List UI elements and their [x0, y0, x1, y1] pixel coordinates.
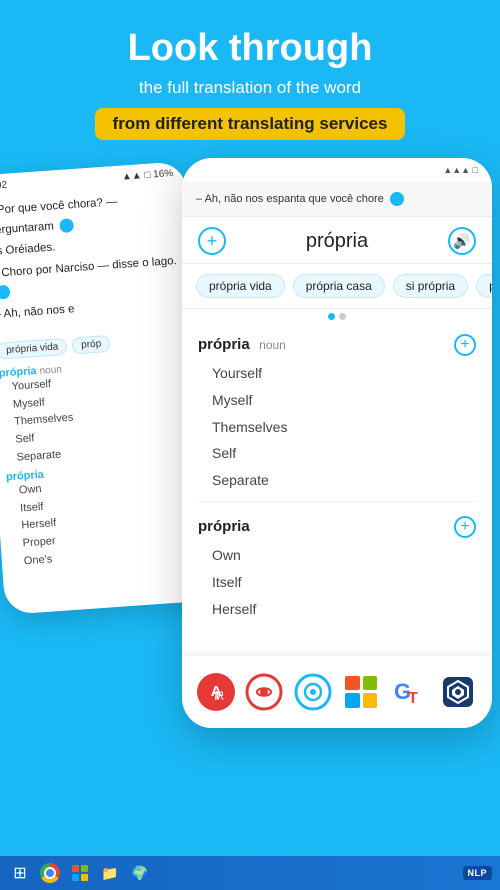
chip-prop[interactable]: próp	[72, 335, 111, 355]
dot-active	[328, 313, 335, 320]
overlay-text: – Ah, não nos espanta que você chore	[196, 190, 478, 209]
dot-inactive	[339, 313, 346, 320]
microsoft-icon[interactable]	[339, 670, 383, 714]
icon-a-red: A 訳	[197, 673, 235, 711]
section-2-word: própria	[198, 518, 250, 536]
start-button[interactable]: ⊞	[8, 861, 32, 885]
reverso-icon[interactable]	[242, 670, 286, 714]
dict-section-2: própria + Own Itself Herself	[198, 506, 476, 626]
section-1-defs: Yourself Myself Themselves Self Separate	[198, 360, 476, 493]
google-translate-icon[interactable]: G T	[387, 670, 431, 714]
def-myself: Myself	[212, 387, 476, 414]
nlp-badge: NLP	[463, 866, 493, 880]
signal-icons: ▲▲▲ □	[443, 165, 478, 175]
chip-si-propria[interactable]: si própria	[393, 274, 468, 298]
battery-indicator: ▲▲ □ 16%	[122, 168, 174, 183]
translate-a-icon[interactable]: A 訳	[194, 670, 238, 714]
dict-body: própria noun + Yourself Myself Themselve…	[182, 324, 492, 626]
subheadline: the full translation of the word	[30, 78, 470, 98]
chip-scroll: própria vida própria casa si própria pró…	[182, 264, 492, 309]
app-toolbar: A 訳	[182, 656, 492, 728]
section-2-header: própria +	[198, 516, 476, 538]
google-translate-svg: G T	[390, 673, 428, 711]
highlight-box: from different translating services	[95, 108, 406, 140]
section-1-add[interactable]: +	[454, 334, 476, 356]
svg-text:T: T	[408, 690, 418, 707]
taskbar-windows[interactable]	[68, 861, 92, 885]
def-own: Own	[212, 542, 476, 569]
status-time: 2:02	[0, 179, 7, 191]
chip-vida[interactable]: própria vida	[0, 338, 68, 360]
deepl-svg	[439, 673, 477, 711]
linguee-icon[interactable]	[291, 670, 335, 714]
front-phone-status: ▲▲▲ □	[182, 158, 492, 182]
dict-divider	[198, 501, 476, 502]
dict-section-1: própria noun + Yourself Myself Themselve…	[198, 324, 476, 497]
section-1-word: própria noun	[198, 336, 286, 354]
section-1-header: própria noun +	[198, 334, 476, 356]
taskbar-folder[interactable]: 📁	[98, 861, 122, 885]
reverso-svg	[245, 673, 283, 711]
taskbar-chrome[interactable]	[38, 861, 62, 885]
section-2-add[interactable]: +	[454, 516, 476, 538]
phones-area: 2:02 ▲▲ □ 16% – Por que você chora? — pe…	[0, 158, 500, 778]
dict-title: própria	[226, 230, 448, 253]
deepl-icon[interactable]	[436, 670, 480, 714]
back-dict: própria noun Yourself Myself Themselves …	[0, 355, 202, 572]
back-phone-text: – Por que você chora? — perguntaram as O…	[0, 180, 196, 336]
back-phone-bottom: própria vida próp própria noun Yourself …	[0, 329, 212, 572]
sound-button[interactable]: 🔊	[448, 227, 476, 255]
def-yourself: Yourself	[212, 360, 476, 387]
section-2-defs: Own Itself Herself	[198, 542, 476, 622]
taskbar: ⊞ 📁 🌍 NLP	[0, 856, 500, 890]
def-itself: Itself	[212, 569, 476, 596]
chip-propria-casa[interactable]: própria casa	[293, 274, 385, 298]
marketing-header: Look through the full translation of the…	[0, 0, 500, 158]
windows-logo	[345, 676, 377, 708]
taskbar-browser[interactable]: 🌍	[128, 861, 152, 885]
dict-header: + própria 🔊	[182, 217, 492, 264]
dict-panel: + própria 🔊 própria vida própria casa si…	[182, 217, 492, 626]
chip-propria-c[interactable]: própria c	[476, 274, 492, 298]
add-button[interactable]: +	[198, 227, 226, 255]
chip-propria-vida[interactable]: própria vida	[196, 274, 285, 298]
linguee-svg	[294, 673, 332, 711]
def-self: Self	[212, 440, 476, 467]
text-overlay: – Ah, não nos espanta que você chore	[182, 182, 492, 218]
phone-front: ▲▲▲ □ – Ah, não nos espanta que você cho…	[182, 158, 492, 728]
headline: Look through	[30, 28, 470, 70]
def-herself: Herself	[212, 596, 476, 623]
carousel-dots	[182, 309, 492, 324]
def-themselves: Themselves	[212, 414, 476, 441]
def-separate: Separate	[212, 467, 476, 494]
